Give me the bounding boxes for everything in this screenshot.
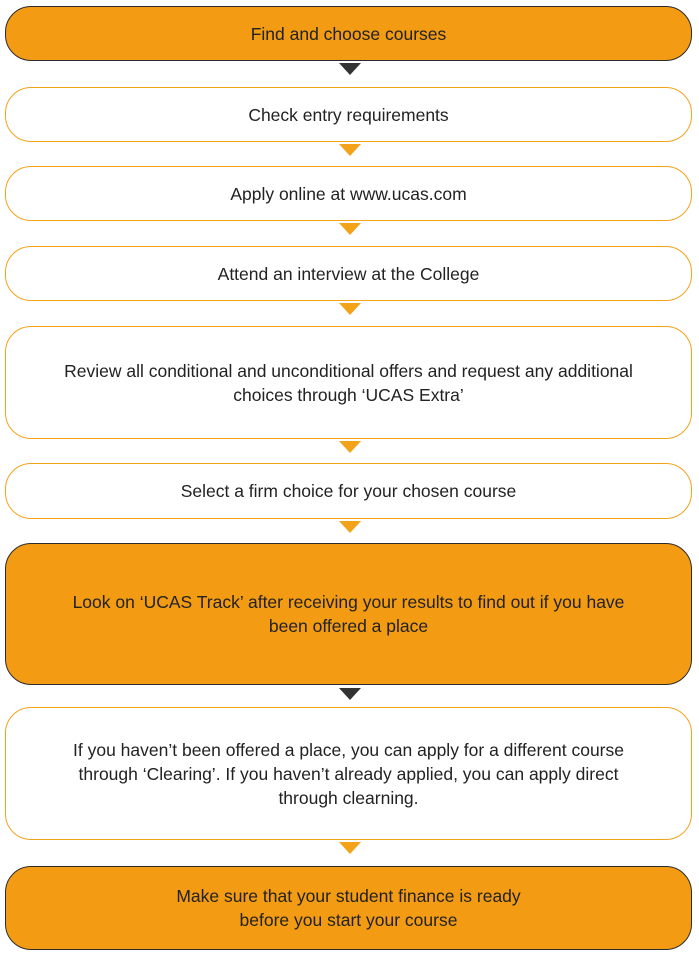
step-label: Attend an interview at the College (217, 263, 480, 284)
orange-arrow-icon (339, 842, 361, 854)
orange-arrow-icon (339, 521, 361, 533)
step-select-firm-choice: Select a firm choice for your chosen cou… (5, 463, 692, 519)
step-label: If you haven’t been offered a place, you… (73, 739, 624, 808)
orange-arrow-icon (339, 223, 361, 235)
step-attend-interview: Attend an interview at the College (5, 246, 692, 301)
step-label: Check entry requirements (248, 104, 449, 125)
step-check-entry-requirements: Check entry requirements (5, 87, 692, 142)
step-student-finance: Make sure that your student finance is r… (5, 866, 692, 950)
step-review-offers: Review all conditional and unconditional… (5, 326, 692, 439)
step-label: Look on ‘UCAS Track’ after receiving you… (72, 592, 625, 636)
step-clearing: If you haven’t been offered a place, you… (5, 707, 692, 840)
step-label: Find and choose courses (250, 23, 447, 44)
step-apply-online: Apply online at www.ucas.com (5, 166, 692, 221)
step-label: Select a firm choice for your chosen cou… (180, 481, 517, 501)
step-label: Review all conditional and unconditional… (64, 360, 633, 405)
dark-arrow-icon (339, 63, 361, 75)
step-find-courses: Find and choose courses (5, 6, 692, 61)
orange-arrow-icon (339, 144, 361, 156)
step-label: Make sure that your student finance is r… (176, 886, 521, 930)
orange-arrow-icon (339, 303, 361, 315)
dark-arrow-icon (339, 688, 361, 700)
orange-arrow-icon (339, 441, 361, 453)
step-ucas-track: Look on ‘UCAS Track’ after receiving you… (5, 543, 692, 685)
step-label: Apply online at www.ucas.com (230, 183, 467, 204)
